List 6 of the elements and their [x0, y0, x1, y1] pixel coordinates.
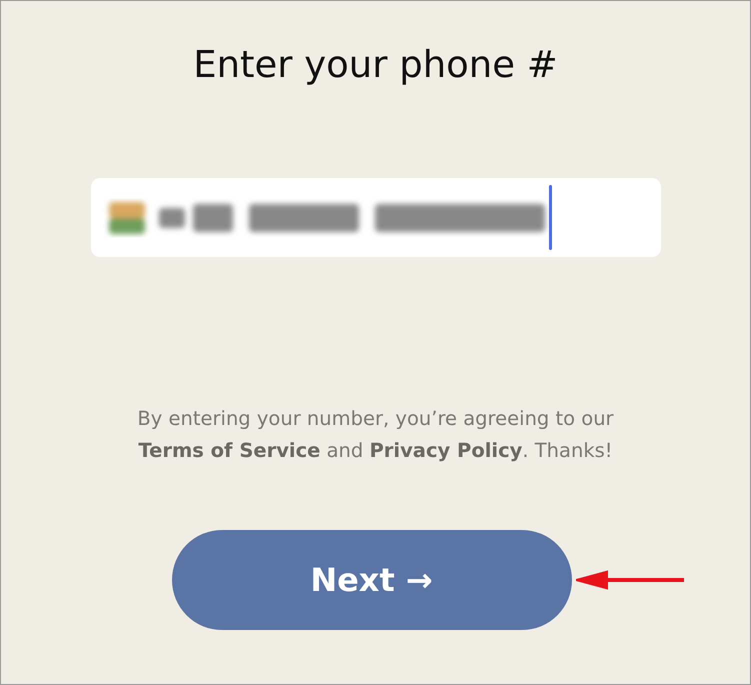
next-button[interactable]: Next → [172, 530, 572, 630]
page-title: Enter your phone # [193, 43, 558, 86]
terms-link[interactable]: Terms of Service [138, 439, 320, 462]
phone-input-field[interactable] [90, 178, 660, 257]
terms-link[interactable]: Privacy Policy [370, 439, 522, 462]
terms-text: By entering your number, you’re agreeing to our Terms of Service and Privacy Policy. Thanks! [136, 406, 615, 464]
